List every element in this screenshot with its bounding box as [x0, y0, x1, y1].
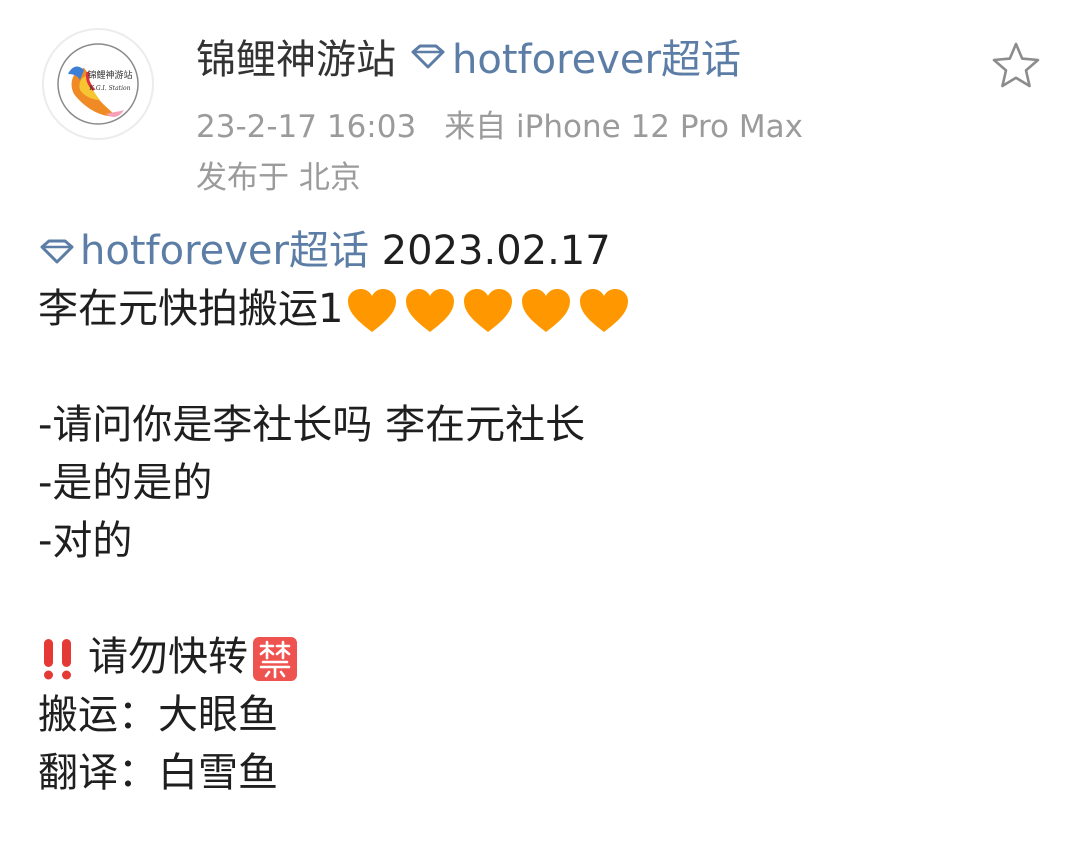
orange-heart-icon — [348, 289, 397, 332]
post-title: 李在元快拍搬运1 — [38, 286, 344, 332]
post-date: 2023.02.17 — [368, 228, 611, 274]
avatar-logo-text: 锦鲤神游站 — [87, 69, 132, 81]
prohibited-icon — [253, 637, 297, 681]
diamond-icon — [40, 239, 74, 264]
dialogue-line: -对的 — [38, 518, 133, 564]
body-title-line: 李在元快拍搬运1 — [38, 280, 1058, 338]
body-topic-label: hotforever超话 — [80, 228, 369, 274]
author-name[interactable]: 锦鲤神游站 — [196, 27, 396, 85]
orange-heart-icon — [406, 289, 455, 332]
koi-logo-icon: 锦鲤神游站 K.G.I. Station — [57, 43, 139, 125]
diamond-icon — [411, 44, 445, 69]
credit-line: 搬运：大眼鱼 — [38, 692, 278, 738]
credit-line: 翻译：白雪鱼 — [38, 750, 278, 796]
post-timestamp: 23-2-17 16:03 — [196, 109, 417, 145]
body-super-topic-link[interactable]: hotforever超话 — [38, 222, 369, 280]
dialogue-line: -请问你是李社长吗 李在元社长 — [38, 402, 586, 448]
double-exclamation-icon — [44, 639, 71, 680]
dialogue-line: -是的是的 — [38, 460, 213, 506]
post-meta: 23-2-17 16:03 来自 iPhone 12 Pro Max — [196, 101, 803, 146]
post-source: 来自 iPhone 12 Pro Max — [444, 109, 803, 145]
post-location: 发布于 北京 — [196, 160, 361, 196]
heart-emoji-row — [345, 286, 635, 336]
notice-text: 请勿快转 — [88, 634, 248, 680]
orange-heart-icon — [580, 289, 629, 332]
orange-heart-icon — [464, 289, 513, 332]
super-topic-label: hotforever超话 — [452, 37, 741, 83]
post-body: hotforever超话 2023.02.17 李在元快拍搬运1 -请问你是李社… — [38, 222, 1058, 802]
body-topic-line: hotforever超话 2023.02.17 — [38, 222, 1058, 280]
orange-heart-icon — [522, 289, 571, 332]
post-header-title: 锦鲤神游站 hotforever超话 — [196, 28, 741, 84]
author-avatar[interactable]: 锦鲤神游站 K.G.I. Station — [42, 28, 154, 140]
avatar-logo-subtext: K.G.I. Station — [89, 85, 131, 92]
notice-line: 请勿快转 — [38, 628, 1058, 686]
star-outline-icon[interactable] — [990, 40, 1042, 90]
super-topic-link[interactable]: hotforever超话 — [410, 27, 741, 85]
